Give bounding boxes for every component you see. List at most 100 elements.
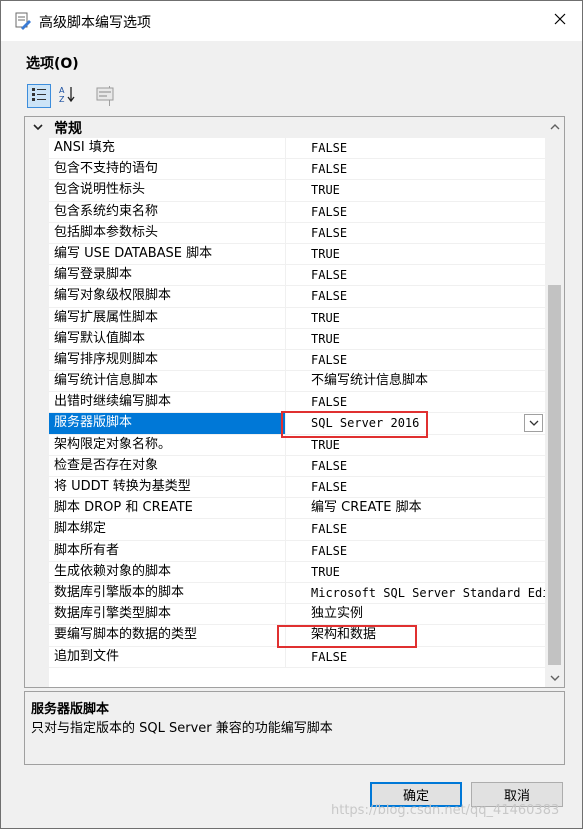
- property-name[interactable]: 编写登录脚本: [49, 265, 286, 287]
- property-value[interactable]: 独立实例: [287, 604, 545, 625]
- property-name[interactable]: 包含不支持的语句: [49, 159, 286, 181]
- property-row[interactable]: 架构限定对象名称。 TRUE: [49, 434, 545, 456]
- description-text: 只对与指定版本的 SQL Server 兼容的功能编写脚本: [31, 721, 333, 736]
- property-row[interactable]: 脚本 DROP 和 CREATE 编写 CREATE 脚本: [49, 498, 545, 520]
- property-value[interactable]: Microsoft SQL Server Standard Edit: [287, 583, 545, 604]
- property-value[interactable]: 编写 CREATE 脚本: [287, 498, 545, 519]
- property-name[interactable]: 编写对象级权限脚本: [49, 286, 286, 308]
- property-name[interactable]: 追加到文件: [49, 646, 286, 668]
- property-value[interactable]: TRUE: [287, 329, 545, 350]
- property-name[interactable]: 生成依赖对象的脚本: [49, 561, 286, 583]
- property-row[interactable]: 包含不支持的语句 FALSE: [49, 159, 545, 181]
- property-row[interactable]: 数据库引擎版本的脚本 Microsoft SQL Server Standard …: [49, 582, 545, 605]
- property-name[interactable]: 要编写脚本的数据的类型: [49, 625, 286, 647]
- property-grid: 常规 ANSI 填充 FALSE 包含不支持的语句 FALSE 包含说明性标头 TRUE 包…: [24, 116, 565, 688]
- vertical-scrollbar[interactable]: [545, 117, 564, 687]
- property-row[interactable]: 检查是否存在对象 FALSE: [49, 455, 545, 477]
- property-value[interactable]: TRUE: [287, 244, 545, 265]
- options-label: 选项(O): [26, 56, 79, 72]
- alphabetical-sort-icon: A Z: [58, 85, 76, 107]
- property-row[interactable]: 追加到文件 FALSE: [49, 646, 545, 668]
- property-value[interactable]: FALSE: [287, 541, 545, 562]
- property-name[interactable]: ANSI 填充: [49, 138, 286, 159]
- property-name[interactable]: 编写排序规则脚本: [49, 349, 286, 371]
- category-row: 常规: [25, 117, 545, 138]
- property-name[interactable]: 编写默认值脚本: [49, 328, 286, 350]
- property-row[interactable]: 编写登录脚本 FALSE: [49, 265, 545, 287]
- property-name[interactable]: 包括脚本参数标头: [49, 222, 286, 244]
- property-value[interactable]: TRUE: [287, 562, 545, 583]
- property-row[interactable]: 编写扩展属性脚本 TRUE: [49, 307, 545, 329]
- property-pages-button[interactable]: [93, 84, 117, 108]
- chevron-down-icon[interactable]: [524, 414, 543, 433]
- property-value[interactable]: FALSE: [287, 159, 545, 180]
- property-row[interactable]: 包含系统约束名称 FALSE: [49, 201, 545, 223]
- categorized-button[interactable]: [27, 84, 51, 108]
- property-row[interactable]: 编写 USE DATABASE 脚本 TRUE: [49, 243, 545, 266]
- svg-text:A: A: [59, 86, 65, 95]
- property-row[interactable]: 要编写脚本的数据的类型 架构和数据: [49, 625, 545, 647]
- property-row[interactable]: 包含说明性标头 TRUE: [49, 180, 545, 202]
- property-row[interactable]: 将 UDDT 转换为基类型 FALSE: [49, 477, 545, 499]
- grid-gutter: [25, 117, 49, 687]
- property-name[interactable]: 包含系统约束名称: [49, 201, 286, 223]
- property-name[interactable]: 脚本 DROP 和 CREATE: [49, 498, 286, 520]
- property-row[interactable]: 出错时继续编写脚本 FALSE: [49, 392, 545, 414]
- category-label: 常规: [54, 121, 82, 137]
- property-name[interactable]: 包含说明性标头: [49, 180, 286, 202]
- property-name[interactable]: 服务器版脚本: [49, 413, 286, 435]
- property-value[interactable]: FALSE: [287, 265, 545, 286]
- property-pages-icon: [96, 86, 114, 106]
- property-value[interactable]: 不编写统计信息脚本: [287, 371, 545, 392]
- property-value[interactable]: TRUE: [287, 180, 545, 201]
- property-value[interactable]: FALSE: [287, 202, 545, 223]
- scroll-down-arrow-icon[interactable]: [545, 668, 564, 687]
- property-name[interactable]: 出错时继续编写脚本: [49, 392, 286, 414]
- property-value[interactable]: FALSE: [287, 477, 545, 498]
- property-name[interactable]: 将 UDDT 转换为基类型: [49, 477, 286, 498]
- property-row[interactable]: ANSI 填充 FALSE: [49, 138, 545, 160]
- property-value[interactable]: FALSE: [287, 392, 545, 413]
- property-toolbar: A Z: [25, 83, 125, 111]
- property-row[interactable]: 脚本绑定 FALSE: [49, 519, 545, 541]
- close-button[interactable]: [537, 1, 582, 41]
- property-row[interactable]: 编写排序规则脚本 FALSE: [49, 349, 545, 372]
- property-name[interactable]: 脚本所有者: [49, 540, 286, 562]
- property-value[interactable]: FALSE: [287, 350, 545, 371]
- property-row[interactable]: 脚本所有者 FALSE: [49, 540, 545, 562]
- scroll-up-arrow-icon[interactable]: [545, 117, 564, 136]
- collapse-chevron-icon[interactable]: [31, 120, 45, 134]
- property-name[interactable]: 编写扩展属性脚本: [49, 307, 286, 329]
- close-icon: [554, 13, 566, 29]
- property-row[interactable]: 生成依赖对象的脚本 TRUE: [49, 561, 545, 583]
- property-row[interactable]: 编写默认值脚本 TRUE: [49, 328, 545, 350]
- property-name[interactable]: 数据库引擎版本的脚本: [49, 582, 286, 604]
- property-name[interactable]: 检查是否存在对象: [49, 455, 286, 477]
- property-row[interactable]: 包括脚本参数标头 FALSE: [49, 222, 545, 244]
- property-value[interactable]: FALSE: [287, 286, 545, 307]
- property-value[interactable]: FALSE: [287, 647, 545, 668]
- property-row[interactable]: 数据库引擎类型脚本 独立实例: [49, 604, 545, 626]
- property-name[interactable]: 数据库引擎类型脚本: [49, 604, 286, 626]
- alphabetical-sort-button[interactable]: A Z: [55, 84, 79, 108]
- property-value[interactable]: TRUE: [287, 435, 545, 456]
- property-name[interactable]: 编写 USE DATABASE 脚本: [49, 243, 286, 265]
- scrollbar-thumb[interactable]: [548, 285, 561, 665]
- property-name[interactable]: 编写统计信息脚本: [49, 371, 286, 393]
- property-row[interactable]: 服务器版脚本 SQL Server 2016: [49, 413, 545, 435]
- property-name[interactable]: 架构限定对象名称。: [49, 434, 286, 456]
- property-value[interactable]: FALSE: [287, 519, 545, 540]
- categorized-icon: [31, 86, 47, 106]
- description-panel: 服务器版脚本 只对与指定版本的 SQL Server 兼容的功能编写脚本: [24, 691, 565, 765]
- property-row[interactable]: 编写统计信息脚本 不编写统计信息脚本: [49, 371, 545, 393]
- property-row[interactable]: 编写对象级权限脚本 FALSE: [49, 286, 545, 308]
- property-name[interactable]: 脚本绑定: [49, 519, 286, 541]
- property-value[interactable]: TRUE: [287, 308, 545, 329]
- property-value[interactable]: 架构和数据: [287, 625, 545, 646]
- property-value[interactable]: FALSE: [287, 223, 545, 244]
- property-value[interactable]: FALSE: [287, 138, 545, 159]
- description-title: 服务器版脚本: [31, 702, 110, 717]
- dialog-window: 高级脚本编写选项 选项(O) A Z 常规 ANSI 填充 FALSE 包含不支…: [0, 0, 583, 829]
- property-value[interactable]: FALSE: [287, 456, 545, 477]
- property-value[interactable]: SQL Server 2016: [287, 413, 545, 434]
